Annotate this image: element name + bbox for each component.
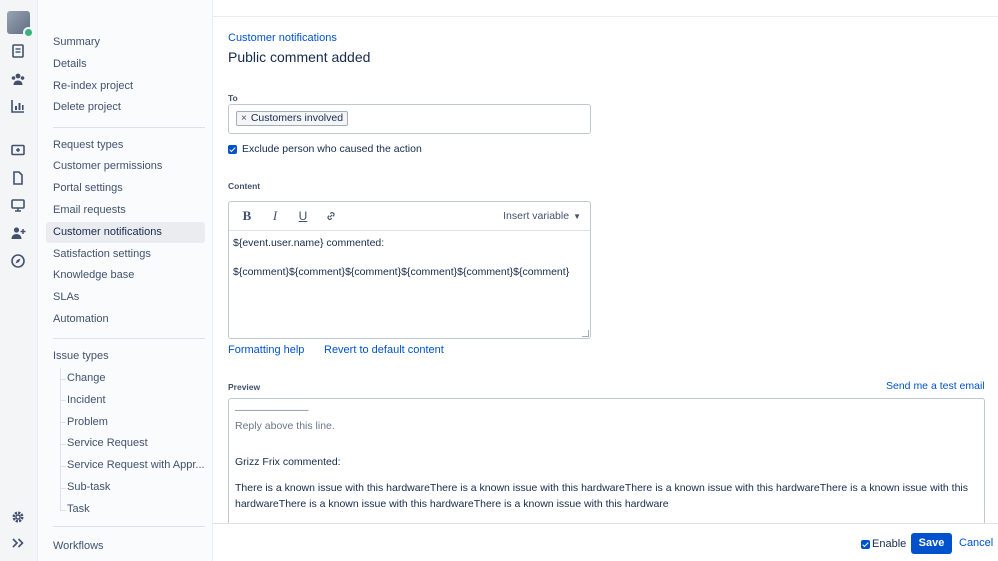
sidebar-item-service-request[interactable]: Service Request [60,433,205,454]
queues-icon[interactable] [9,42,27,60]
top-divider [213,16,998,17]
bold-icon[interactable]: B [239,208,255,224]
editor-line: ${comment}${comment}${comment}${comment}… [233,266,570,278]
global-nav-rail [0,0,38,561]
to-recipients-field[interactable]: × Customers involved [228,104,591,134]
sidebar-item-reindex[interactable]: Re-index project [46,76,205,97]
sidebar-item-portal-settings[interactable]: Portal settings [46,178,205,199]
enable-label: Enable [872,538,907,550]
sidebar-item-workflows[interactable]: Workflows [46,536,205,557]
add-person-icon[interactable] [9,224,27,242]
preview-body: There is a known issue with this hardwar… [235,482,968,510]
resize-handle-icon[interactable] [582,330,589,337]
reports-icon[interactable] [9,97,27,115]
sidebar-divider [53,127,205,128]
sidebar-item-details[interactable]: Details [46,54,205,75]
preview-commented: Grizz Frix commented: [235,456,341,468]
project-avatar-icon[interactable] [7,11,34,38]
breadcrumb[interactable]: Customer notifications [228,32,337,44]
sidebar-divider [53,338,205,339]
sidebar-item-task[interactable]: Task [60,499,205,520]
italic-icon[interactable]: I [267,208,283,224]
recipient-tag[interactable]: × Customers involved [236,111,349,126]
page-icon[interactable] [9,169,27,187]
editor-toolbar: B I U Insert variable ▼ [229,202,590,231]
recipient-tag-label: Customers involved [250,112,344,124]
sidebar-item-satisfaction-settings[interactable]: Satisfaction settings [46,244,205,265]
status-dot-icon [23,27,34,38]
monitor-icon[interactable] [9,196,27,214]
sidebar-item-service-request-approval[interactable]: Service Request with Appr... [60,455,205,476]
insert-variable-dropdown[interactable]: Insert variable ▼ [503,210,581,222]
sidebar-item-incident[interactable]: Incident [60,390,205,411]
underline-icon[interactable]: U [295,208,311,224]
sidebar-item-problem[interactable]: Problem [60,412,205,433]
compass-icon[interactable] [9,252,27,270]
exclude-checkbox[interactable] [228,145,237,154]
content-label: Content [228,181,261,191]
send-test-email-link[interactable]: Send me a test email [886,380,985,392]
sidebar-item-request-types[interactable]: Request types [46,135,205,156]
insert-variable-label: Insert variable [503,210,570,222]
editor-line: ${event.user.name} commented: [233,237,385,249]
revert-default-link[interactable]: Revert to default content [324,344,444,356]
sidebar-divider [53,526,205,527]
to-label: To [228,93,238,103]
cancel-button[interactable]: Cancel [959,537,993,549]
sidebar-item-email-requests[interactable]: Email requests [46,200,205,221]
expand-icon[interactable] [9,534,27,552]
remove-tag-icon[interactable]: × [241,113,247,124]
formatting-help-link[interactable]: Formatting help [228,344,304,356]
sidebar-item-delete-project[interactable]: Delete project [46,97,205,118]
customers-icon[interactable] [9,70,27,88]
gear-icon[interactable] [9,508,27,526]
sidebar-item-issue-types[interactable]: Issue types [46,346,205,367]
link-icon[interactable] [323,208,339,224]
content-editor[interactable]: B I U Insert variable ▼ ${event.user.name… [228,201,591,339]
sidebar-item-knowledge-base[interactable]: Knowledge base [46,265,205,286]
sidebar-item-customer-notifications[interactable]: Customer notifications [46,222,205,243]
email-preview: ——————— Reply above this line. Grizz Fri… [228,398,985,528]
enable-checkbox[interactable] [861,540,870,549]
preview-reply-above: Reply above this line. [235,420,335,432]
sidebar-item-customer-permissions[interactable]: Customer permissions [46,156,205,177]
chevron-down-icon: ▼ [573,212,581,221]
sidebar-item-automation[interactable]: Automation [46,309,205,330]
exclude-label: Exclude person who caused the action [242,143,422,155]
sidebar-item-summary[interactable]: Summary [46,32,205,53]
save-button[interactable]: Save [911,533,952,554]
sidebar-item-change[interactable]: Change [60,368,205,389]
preview-rule: ——————— [235,404,309,416]
form-footer: Enable Save Cancel [213,523,998,561]
add-queue-icon[interactable] [9,141,27,159]
sidebar-item-slas[interactable]: SLAs [46,287,205,308]
project-settings-sidebar: Summary Details Re-index project Delete … [38,0,213,561]
page-title: Public comment added [228,49,371,65]
preview-label: Preview [228,382,261,392]
sidebar-item-sub-task[interactable]: Sub-task [60,477,205,498]
